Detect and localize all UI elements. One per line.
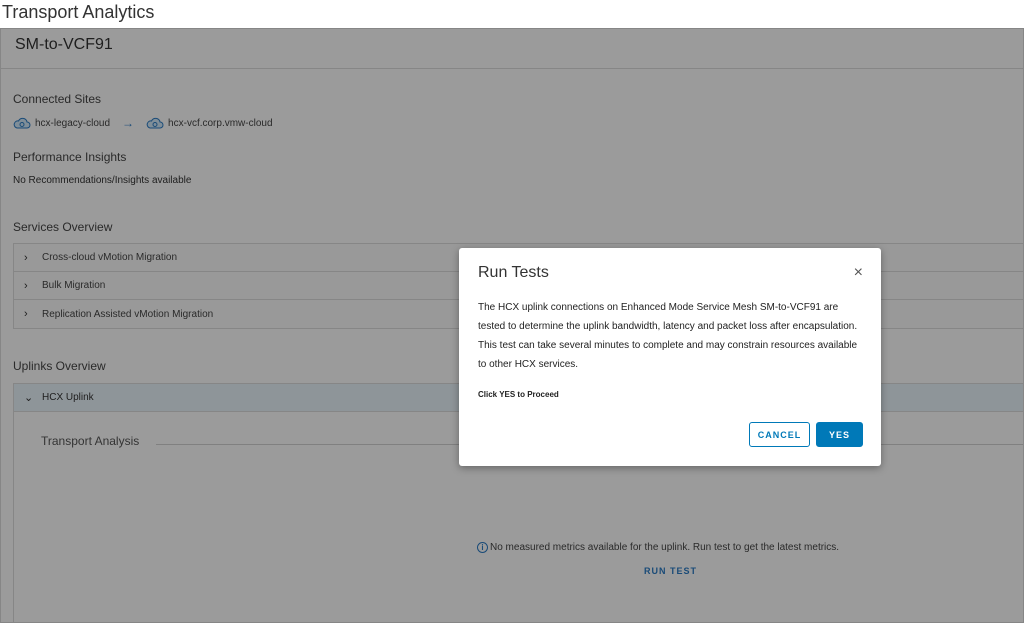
page-title: Transport Analytics bbox=[2, 2, 155, 22]
run-tests-dialog: Run Tests × The HCX uplink connections o… bbox=[459, 248, 881, 466]
dialog-body: The HCX uplink connections on Enhanced M… bbox=[478, 302, 858, 370]
close-icon[interactable]: × bbox=[854, 264, 863, 282]
yes-button[interactable]: YES bbox=[816, 422, 863, 447]
dialog-title: Run Tests bbox=[478, 264, 549, 281]
proceed-instruction: Click YES to Proceed bbox=[478, 390, 559, 399]
cancel-button[interactable]: CANCEL bbox=[749, 422, 810, 447]
